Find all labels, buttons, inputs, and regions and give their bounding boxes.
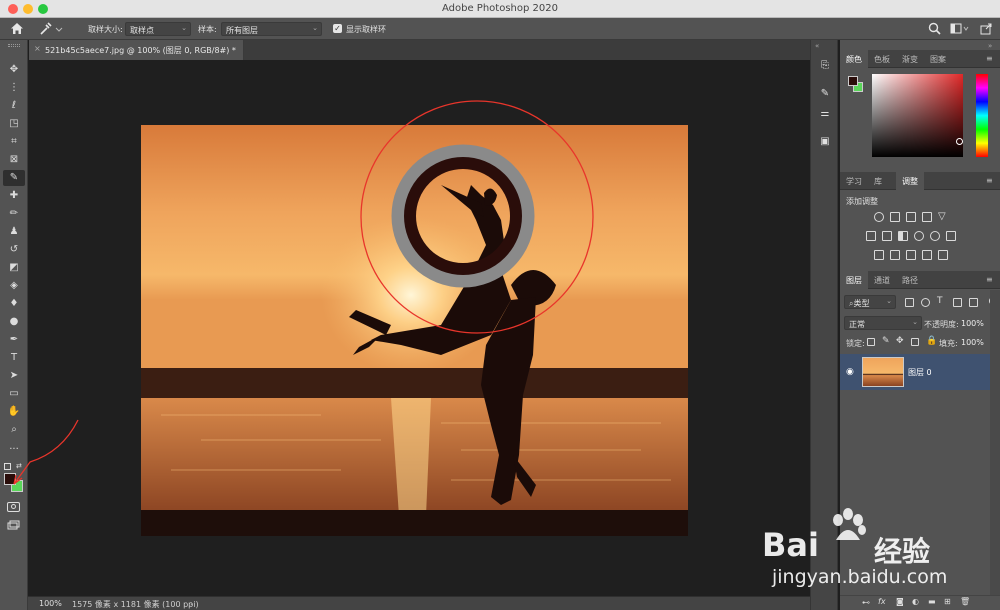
- filter-shape-icon[interactable]: [953, 298, 962, 307]
- layers-panel-tabs: 图层 通道 路径 ≡: [840, 271, 1000, 289]
- annotation-arrow: [13, 419, 79, 485]
- threshold-icon[interactable]: [906, 250, 916, 260]
- color-balance-icon[interactable]: [882, 231, 892, 241]
- exposure-icon[interactable]: [922, 212, 932, 222]
- color-saturation-field[interactable]: [872, 74, 963, 157]
- color-panel-swatches[interactable]: [848, 76, 864, 92]
- opacity-label: 不透明度:: [924, 320, 959, 329]
- brush-settings-icon[interactable]: ✎: [817, 86, 833, 102]
- tab-paths[interactable]: 路径: [902, 275, 918, 286]
- lock-transparent-icon[interactable]: [867, 338, 875, 346]
- hue-saturation-icon[interactable]: [866, 231, 876, 241]
- tab-patterns[interactable]: 图案: [930, 54, 946, 65]
- panel-menu-icon[interactable]: ≡: [986, 54, 993, 63]
- panel-foreground-swatch[interactable]: [848, 76, 858, 86]
- tab-color[interactable]: 颜色: [846, 54, 862, 65]
- filter-smart-object-icon[interactable]: [969, 298, 978, 307]
- vibrance-icon[interactable]: ▽: [938, 211, 946, 222]
- color-panel-tabs: 颜色 色板 渐变 图案 ≡: [840, 50, 1000, 68]
- posterize-icon[interactable]: [890, 250, 900, 260]
- eye-icon[interactable]: ◉: [846, 367, 854, 377]
- chevron-down-icon: ⌄: [912, 318, 918, 326]
- collapse-panels-icon[interactable]: »: [988, 42, 992, 50]
- watermark-logo-cn: 经验: [874, 535, 931, 568]
- watermark-logo-text: Bai: [762, 526, 819, 564]
- gradient-map-icon[interactable]: [922, 250, 932, 260]
- chevron-down-icon: ⌄: [886, 297, 892, 305]
- panel-menu-icon[interactable]: ≡: [986, 176, 993, 185]
- lock-all-icon[interactable]: 🔒: [926, 336, 937, 346]
- tab-swatches[interactable]: 色板: [874, 54, 890, 65]
- opacity-value[interactable]: 100%: [961, 319, 984, 328]
- color-lookup-icon[interactable]: [946, 231, 956, 241]
- layer-name[interactable]: 图层 0: [908, 367, 932, 378]
- baidu-watermark: Bai 经验 jingyan.baidu.com: [762, 500, 998, 600]
- curves-icon[interactable]: [906, 212, 916, 222]
- filter-pixel-icon[interactable]: [905, 298, 914, 307]
- lock-artboard-icon[interactable]: [911, 338, 919, 346]
- black-white-icon[interactable]: [898, 231, 908, 241]
- filter-type-icon[interactable]: T: [937, 296, 943, 306]
- channel-mixer-icon[interactable]: [930, 231, 940, 241]
- lock-position-icon[interactable]: ✥: [896, 336, 904, 346]
- tab-layers[interactable]: 图层: [846, 275, 862, 286]
- zoom-level[interactable]: 100%: [39, 599, 62, 608]
- lock-label: 锁定:: [846, 339, 865, 348]
- character-panel-icon[interactable]: ▣: [817, 134, 833, 150]
- tab-libraries[interactable]: 库: [874, 176, 882, 187]
- blend-mode-select[interactable]: 正常 ⌄: [844, 316, 922, 330]
- adjust-panel-tabs: 学习 库 调整 ≡: [840, 172, 1000, 190]
- tab-adjustments[interactable]: 调整: [902, 176, 918, 187]
- panel-menu-icon[interactable]: ≡: [986, 275, 993, 284]
- status-menu-arrow[interactable]: ›: [190, 599, 193, 608]
- fill-value[interactable]: 100%: [961, 338, 984, 347]
- hue-slider[interactable]: [976, 74, 988, 157]
- blend-mode-value: 正常: [849, 320, 865, 329]
- levels-icon[interactable]: [890, 212, 900, 222]
- document-info: 1575 像素 x 1181 像素 (100 ppi): [72, 600, 199, 609]
- fill-label: 填充:: [939, 339, 958, 348]
- add-adjustment-label: 添加调整: [846, 197, 878, 206]
- paw-logo-icon: [833, 508, 866, 540]
- properties-panel-icon[interactable]: ⚌: [817, 106, 833, 122]
- tab-channels[interactable]: 通道: [874, 275, 890, 286]
- invert-icon[interactable]: [874, 250, 884, 260]
- layer-row[interactable]: ◉ 图层 0: [840, 354, 990, 390]
- history-panel-icon[interactable]: ⎘: [817, 58, 833, 74]
- layer-thumbnail: [862, 357, 904, 387]
- filter-adjustment-icon[interactable]: [921, 298, 930, 307]
- tab-learn[interactable]: 学习: [846, 176, 862, 187]
- status-bar: 100% 1575 像素 x 1181 像素 (100 ppi) ›: [28, 596, 810, 610]
- collapse-icon[interactable]: «: [815, 42, 819, 50]
- tab-gradients[interactable]: 渐变: [902, 54, 918, 65]
- watermark-url: jingyan.baidu.com: [772, 566, 948, 588]
- photo-filter-icon[interactable]: [914, 231, 924, 241]
- layer-filter-select[interactable]: ⌕类型 ⌄: [844, 295, 896, 309]
- layer-filter-value: 类型: [853, 299, 870, 308]
- sampling-ring-outer: [391, 144, 535, 288]
- brightness-icon[interactable]: [874, 212, 884, 222]
- sampling-ring-inner: [404, 157, 522, 275]
- lock-pixels-icon[interactable]: ✎: [882, 336, 890, 346]
- selective-color-icon[interactable]: [938, 250, 948, 260]
